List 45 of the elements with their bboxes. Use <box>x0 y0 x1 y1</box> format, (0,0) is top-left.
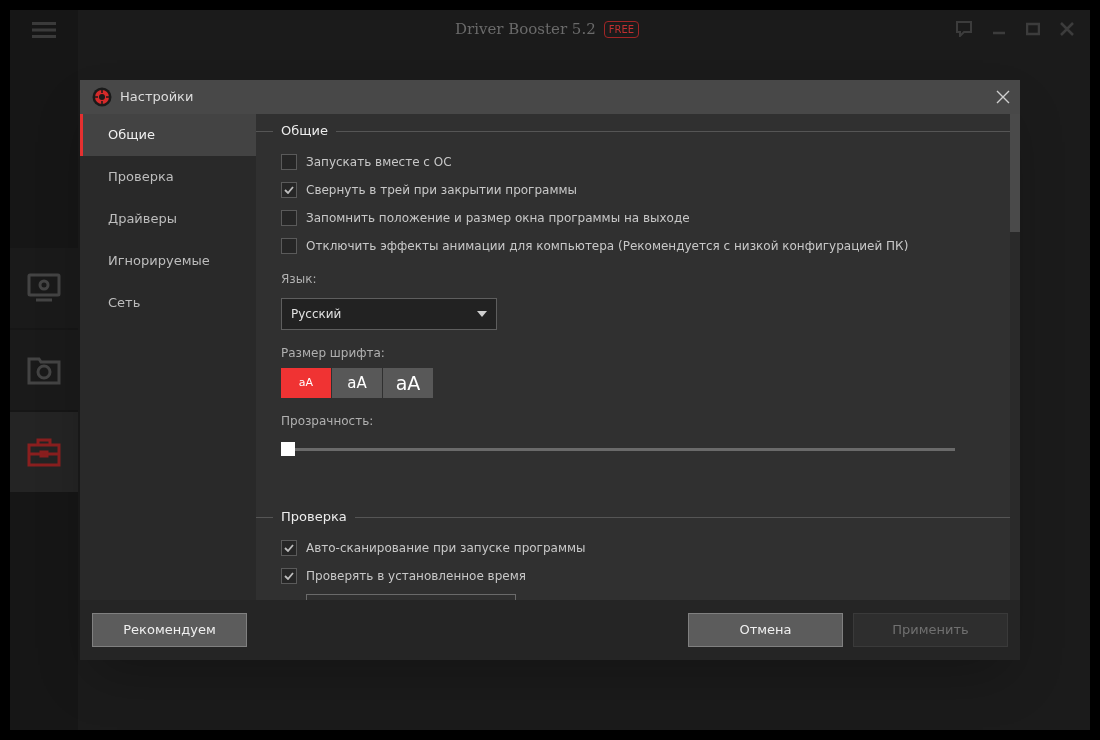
checkbox[interactable] <box>281 210 297 226</box>
maximize-icon[interactable] <box>1026 22 1040 36</box>
dialog-title: Настройки <box>120 88 195 107</box>
checkbox[interactable] <box>281 154 297 170</box>
section-title: Проверка <box>280 508 348 527</box>
option-label: Отключить эффекты анимации для компьютера (Рекомендуется с низкой конфигурацией ПК) <box>306 238 909 255</box>
checkbox[interactable] <box>281 182 297 198</box>
option-label: Авто-сканирование при запуске программы <box>306 540 586 557</box>
language-dropdown[interactable]: Русский <box>281 298 497 330</box>
dialog-button[interactable]: Рекомендуем <box>92 613 247 647</box>
app-title: Driver Booster 5.2 <box>454 18 596 40</box>
menu-icon[interactable] <box>32 22 56 38</box>
nav-item[interactable]: Драйверы <box>80 198 256 240</box>
checkbox[interactable] <box>281 540 297 556</box>
option-label: Проверять в установленное время <box>306 568 526 585</box>
app-logo-icon <box>92 87 112 107</box>
folder-icon <box>27 355 61 385</box>
transparency-slider[interactable] <box>281 442 955 456</box>
dialog-button[interactable]: Отмена <box>688 613 843 647</box>
edition-badge: FREE <box>603 20 640 38</box>
monitor-icon <box>27 273 61 303</box>
check-icon <box>284 544 294 552</box>
scrollbar-thumb[interactable] <box>1010 114 1020 232</box>
check-icon <box>284 186 294 194</box>
feedback-icon[interactable] <box>956 21 972 37</box>
font-size-button[interactable]: aA <box>332 368 382 398</box>
toolbox-icon <box>27 437 61 467</box>
slider-thumb[interactable] <box>281 442 295 456</box>
font-size-label: Размер шрифта: <box>281 345 386 362</box>
nav-item[interactable]: Сеть <box>80 282 256 324</box>
section-title: Общие <box>280 122 329 141</box>
checkbox[interactable] <box>281 568 297 584</box>
nav-item[interactable]: Проверка <box>80 156 256 198</box>
option-label: Запомнить положение и размер окна программы на выходе <box>306 210 690 227</box>
option-label: Свернуть в трей при закрытии программы <box>306 182 577 199</box>
caret-icon <box>477 311 487 317</box>
checkbox[interactable] <box>281 238 297 254</box>
check-icon <box>284 572 294 580</box>
nav-item[interactable]: Игнорируемые <box>80 240 256 282</box>
font-size-button[interactable]: aA <box>383 368 433 398</box>
transparency-label: Прозрачность: <box>281 413 375 430</box>
language-label: Язык: <box>281 271 318 288</box>
font-size-button[interactable]: aA <box>281 368 331 398</box>
option-label: Запускать вместе с ОС <box>306 154 452 171</box>
nav-item[interactable]: Общие <box>80 114 256 156</box>
